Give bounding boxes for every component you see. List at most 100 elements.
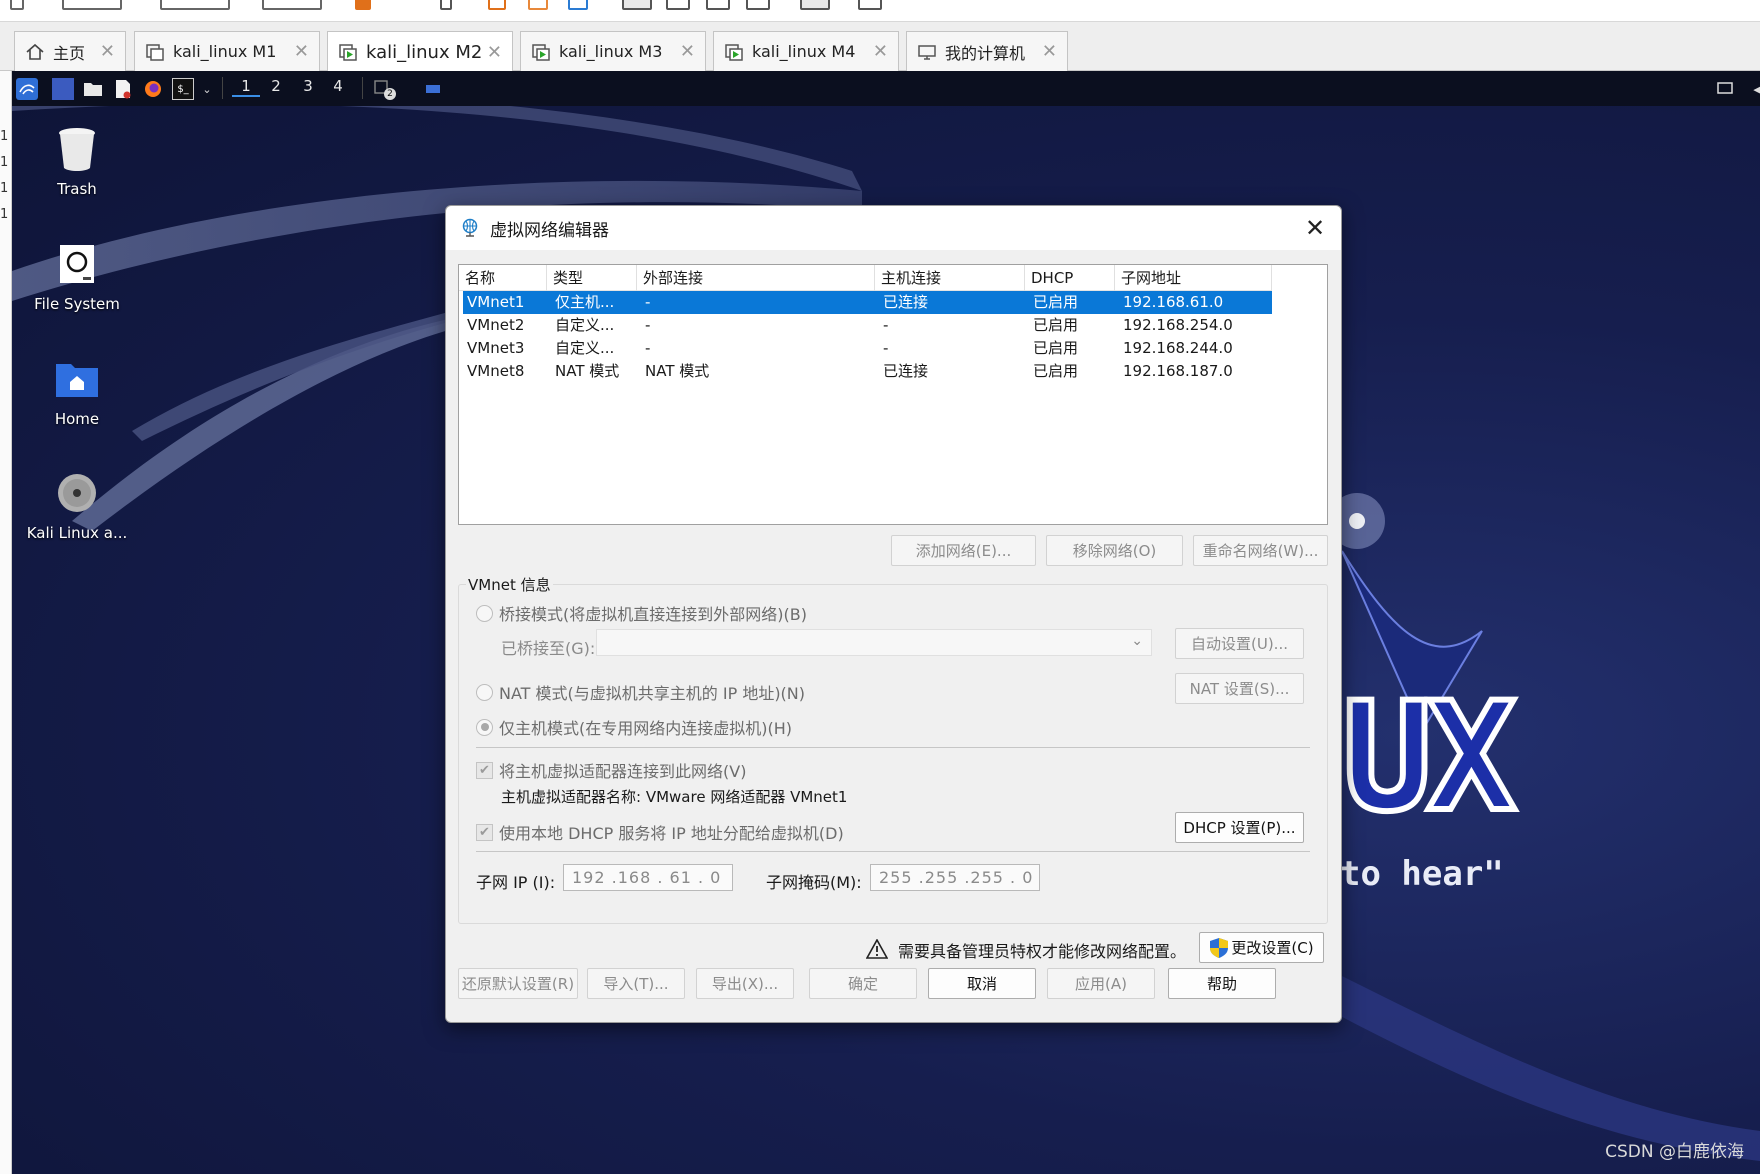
unity-icon[interactable] bbox=[706, 0, 730, 10]
toolbar-icon[interactable] bbox=[440, 0, 452, 10]
chevron-down-icon[interactable]: ⌄ bbox=[196, 78, 218, 100]
column-header-dhcp[interactable]: DHCP bbox=[1025, 265, 1115, 291]
connect-adapter-checkbox[interactable]: ✔ 将主机虚拟适配器连接到此网络(V) bbox=[476, 758, 746, 782]
workspace-1[interactable]: 1 bbox=[232, 77, 260, 97]
close-icon[interactable]: ✕ bbox=[294, 41, 309, 62]
desktop-icon-trash[interactable]: Trash bbox=[17, 126, 137, 198]
bridged-to-select[interactable]: ⌄ bbox=[596, 629, 1152, 656]
nat-settings-button[interactable]: NAT 设置(S)... bbox=[1175, 673, 1304, 704]
remove-network-button[interactable]: 移除网络(O) bbox=[1046, 535, 1183, 566]
column-header-host[interactable]: 主机连接 bbox=[875, 265, 1025, 291]
host-only-mode-radio[interactable]: 仅主机模式(在专用网络内连接虚拟机)(H) bbox=[476, 715, 792, 739]
display-icon[interactable] bbox=[1714, 78, 1736, 100]
import-button[interactable]: 导入(T)... bbox=[587, 968, 685, 999]
table-row[interactable]: VMnet1 仅主机... - 已连接 已启用 192.168.61.0 bbox=[463, 291, 1272, 314]
library-icon[interactable] bbox=[858, 0, 882, 10]
subnet-ip-input[interactable]: 192 .168 . 61 . 0 bbox=[563, 864, 733, 891]
workspace-3[interactable]: 3 bbox=[294, 77, 322, 95]
toolbar-icon[interactable] bbox=[160, 0, 230, 10]
add-network-button[interactable]: 添加网络(E)... bbox=[891, 535, 1036, 566]
ok-button[interactable]: 确定 bbox=[809, 968, 917, 999]
nat-mode-radio[interactable]: NAT 模式(与虚拟机共享主机的 IP 地址)(N) bbox=[476, 680, 805, 704]
use-dhcp-checkbox[interactable]: ✔ 使用本地 DHCP 服务将 IP 地址分配给虚拟机(D) bbox=[476, 820, 844, 844]
cell-subnet: 192.168.254.0 bbox=[1123, 316, 1233, 334]
table-row[interactable]: VMnet8 NAT 模式 NAT 模式 已连接 已启用 192.168.187… bbox=[463, 360, 1272, 383]
cell-host: 已连接 bbox=[883, 362, 929, 380]
xfce-panel: $_ ⌄ 1 2 3 4 2 ◂ bbox=[12, 71, 1760, 106]
column-header-type[interactable]: 类型 bbox=[547, 265, 637, 291]
cell-subnet: 192.168.187.0 bbox=[1123, 362, 1233, 380]
tab-vm-m4[interactable]: kali_linux M4 ✕ bbox=[713, 31, 899, 71]
cell-dhcp: 已启用 bbox=[1033, 316, 1079, 334]
library-item-fragment[interactable]: 1 bbox=[0, 207, 8, 222]
rename-network-button[interactable]: 重命名网络(W)... bbox=[1193, 535, 1328, 566]
close-icon[interactable]: ✕ bbox=[873, 41, 888, 62]
vmware-toolbar-strip bbox=[0, 0, 1760, 22]
close-icon[interactable]: ✕ bbox=[1301, 214, 1329, 242]
library-item-fragment[interactable]: 1 bbox=[0, 181, 8, 196]
thumbnail-icon[interactable] bbox=[800, 0, 830, 10]
revert-icon[interactable] bbox=[528, 0, 548, 10]
toolbar-icon[interactable] bbox=[62, 0, 122, 10]
kali-menu-icon[interactable] bbox=[16, 78, 38, 100]
dhcp-settings-button[interactable]: DHCP 设置(P)... bbox=[1175, 812, 1304, 843]
export-button[interactable]: 导出(X)... bbox=[696, 968, 794, 999]
desktop-icon-home[interactable]: Home bbox=[17, 356, 137, 428]
library-item-fragment[interactable]: 1 bbox=[0, 129, 8, 144]
tab-my-computer[interactable]: 我的计算机 ✕ bbox=[906, 31, 1068, 71]
table-row[interactable]: VMnet3 自定义... - - 已启用 192.168.244.0 bbox=[463, 337, 1272, 360]
restore-defaults-button[interactable]: 还原默认设置(R) bbox=[458, 968, 578, 999]
terminal-window-icon[interactable]: 2 bbox=[372, 78, 396, 100]
auto-settings-button[interactable]: 自动设置(U)... bbox=[1175, 628, 1304, 659]
admin-warning: 需要具备管理员特权才能修改网络配置。 bbox=[865, 938, 1186, 962]
help-button[interactable]: 帮助 bbox=[1168, 968, 1276, 999]
watermark: CSDN @白鹿依海 bbox=[1605, 1142, 1744, 1162]
column-header-name[interactable]: 名称 bbox=[459, 265, 547, 291]
text-editor-icon[interactable] bbox=[112, 78, 134, 100]
tab-vm-m3[interactable]: kali_linux M3 ✕ bbox=[520, 31, 706, 71]
tab-vm-m1[interactable]: kali_linux M1 ✕ bbox=[134, 31, 320, 71]
pause-icon[interactable] bbox=[355, 0, 371, 10]
close-icon[interactable]: ✕ bbox=[487, 42, 502, 63]
tab-bar: 主页 ✕ kali_linux M1 ✕ kali_linux M2 ✕ kal… bbox=[0, 22, 1760, 72]
terminal-icon[interactable]: $_ bbox=[172, 78, 194, 100]
toolbar-icon[interactable] bbox=[10, 0, 24, 10]
close-icon[interactable]: ✕ bbox=[1042, 41, 1057, 62]
desktop-icon-file-system[interactable]: File System bbox=[17, 241, 137, 313]
tab-vm-m2[interactable]: kali_linux M2 ✕ bbox=[327, 31, 513, 72]
tab-label: 我的计算机 bbox=[945, 43, 1026, 63]
workspace-2[interactable]: 2 bbox=[262, 77, 290, 95]
window-button-icon[interactable] bbox=[422, 78, 444, 100]
workspace-4[interactable]: 4 bbox=[324, 77, 352, 95]
cell-external: - bbox=[645, 339, 651, 357]
apply-button[interactable]: 应用(A) bbox=[1047, 968, 1155, 999]
snapshot-icon[interactable] bbox=[488, 0, 506, 10]
volume-icon[interactable]: ◂ bbox=[1746, 78, 1760, 100]
column-header-external[interactable]: 外部连接 bbox=[637, 265, 875, 291]
tab-home[interactable]: 主页 ✕ bbox=[14, 31, 126, 71]
manage-icon[interactable] bbox=[568, 0, 588, 10]
table-row[interactable]: VMnet2 自定义... - - 已启用 192.168.254.0 bbox=[463, 314, 1272, 337]
cancel-button[interactable]: 取消 bbox=[928, 968, 1036, 999]
desktop-icon-kali-disc[interactable]: Kali Linux a... bbox=[17, 470, 137, 542]
close-icon[interactable]: ✕ bbox=[100, 41, 115, 62]
library-item-fragment[interactable]: 1 bbox=[0, 155, 8, 170]
radio-indicator bbox=[476, 683, 493, 701]
cell-external: - bbox=[645, 316, 651, 334]
panel-separator bbox=[362, 77, 363, 99]
change-settings-button[interactable]: 更改设置(C) bbox=[1199, 932, 1324, 963]
column-header-subnet[interactable]: 子网地址 bbox=[1115, 265, 1272, 291]
fullscreen-icon[interactable] bbox=[666, 0, 690, 10]
dialog-titlebar[interactable]: 虚拟网络编辑器 bbox=[446, 206, 1341, 250]
bridged-mode-radio[interactable]: 桥接模式(将虚拟机直接连接到外部网络)(B) bbox=[476, 601, 807, 625]
view-icon[interactable] bbox=[622, 0, 652, 10]
console-icon[interactable] bbox=[746, 0, 770, 10]
toolbar-icon[interactable] bbox=[262, 0, 322, 10]
close-icon[interactable]: ✕ bbox=[680, 41, 695, 62]
network-table[interactable]: 名称 类型 外部连接 主机连接 DHCP 子网地址 VMnet1 仅主机... … bbox=[458, 264, 1328, 525]
file-manager-icon[interactable] bbox=[82, 78, 104, 100]
firefox-icon[interactable] bbox=[142, 78, 164, 100]
subnet-mask-input[interactable]: 255 .255 .255 . 0 bbox=[870, 864, 1040, 891]
bridged-mode-label: 桥接模式(将虚拟机直接连接到外部网络)(B) bbox=[499, 605, 807, 624]
show-desktop-icon[interactable] bbox=[52, 78, 74, 100]
